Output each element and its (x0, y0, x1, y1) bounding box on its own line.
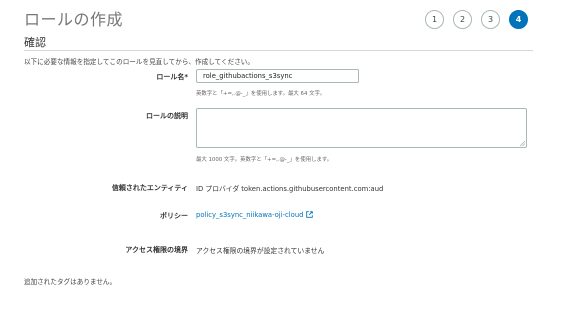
role-name-input[interactable]: role_githubactions_s3sync (196, 69, 359, 83)
role-description-label: ロールの説明 (146, 112, 188, 120)
policy-link[interactable]: policy_s3sync_niikawa-oji-cloud (196, 211, 303, 219)
page-title: ロールの作成 (24, 10, 124, 29)
section-heading: 確認 (24, 36, 46, 49)
step-1-indicator[interactable]: 1 (425, 10, 444, 29)
policy-label: ポリシー (160, 212, 188, 220)
role-name-hint: 英数字と「+=,.@-_」を使用します。最大 64 文字。 (196, 91, 326, 97)
tags-note: 追加されたタグはありません。 (24, 278, 117, 286)
wizard-steps: 1 2 3 4 (425, 10, 528, 29)
resize-handle-icon[interactable] (520, 141, 525, 146)
trusted-entity-label: 信頼されたエンティティ (111, 184, 188, 192)
permissions-boundary-value: アクセス権限の境界が設定されていません (196, 247, 325, 255)
role-description-hint: 最大 1000 文字。英数字と「+=,.@-_」を使用します。 (196, 157, 333, 163)
external-link-icon[interactable] (306, 211, 314, 220)
policy-value: policy_s3sync_niikawa-oji-cloud (196, 211, 314, 220)
step-4-indicator: 4 (509, 10, 528, 29)
role-name-label: ロール名* (156, 73, 188, 81)
trusted-entity-value: ID プロバイダ token.actions.githubusercontent… (196, 185, 384, 193)
step-3-indicator[interactable]: 3 (481, 10, 500, 29)
permissions-boundary-label: アクセス権限の境界 (125, 246, 188, 254)
section-divider (24, 50, 533, 51)
step-2-indicator[interactable]: 2 (453, 10, 472, 29)
intro-text: 以下に必要な情報を指定してこのロールを見直してから、作成してください。 (24, 58, 254, 66)
role-description-textarea[interactable] (196, 108, 527, 148)
